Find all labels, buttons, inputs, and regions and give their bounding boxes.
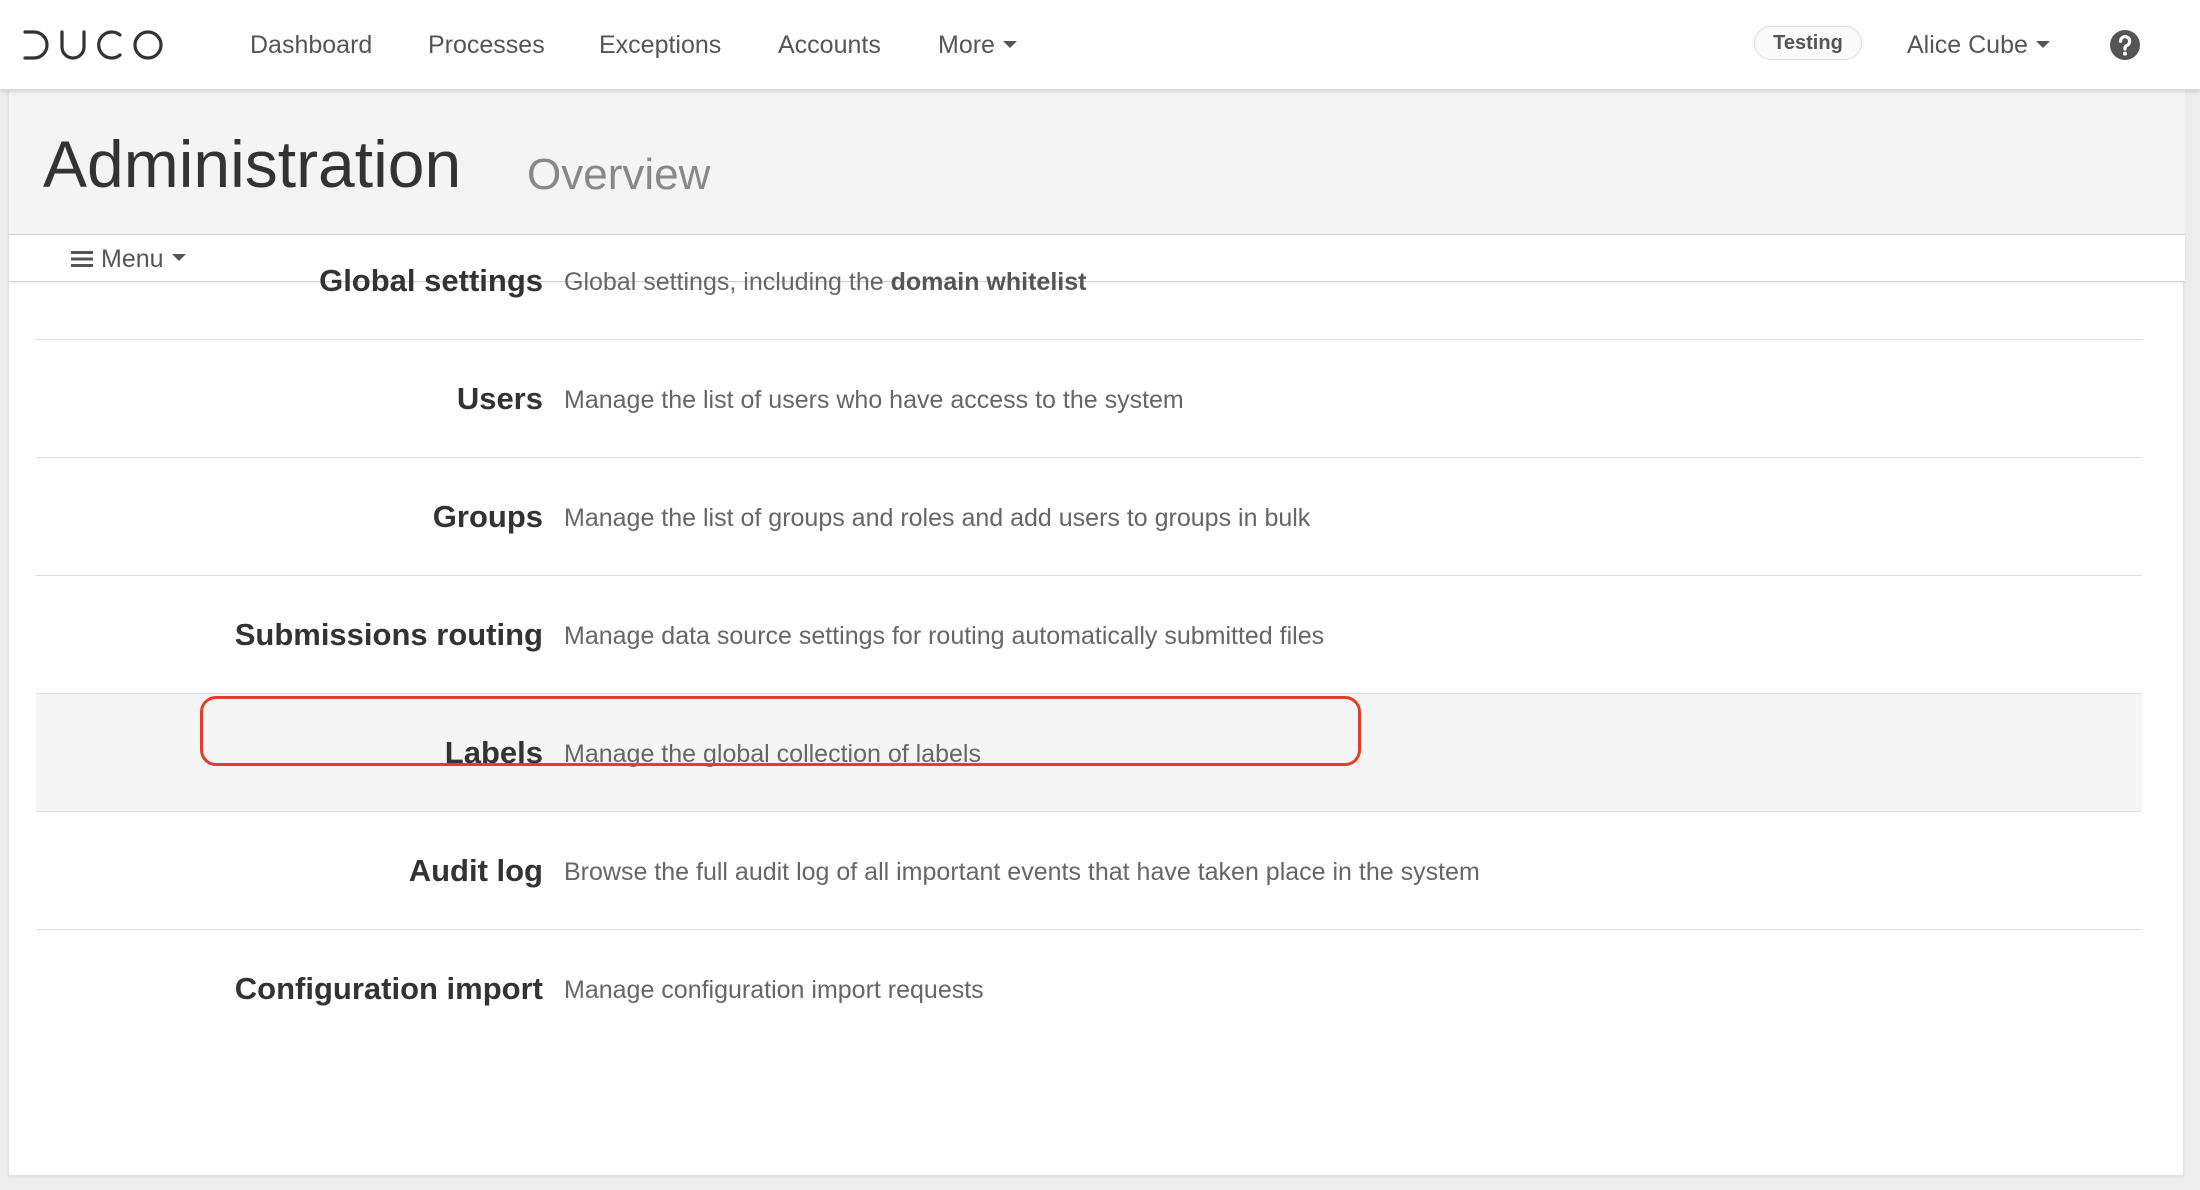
user-name: Alice Cube — [1907, 31, 2028, 59]
row-title: Groups — [432, 499, 543, 534]
chevron-down-icon — [2035, 40, 2050, 48]
row-title: Audit log — [408, 853, 543, 888]
row-description: Manage the global collection of labels — [564, 740, 981, 768]
chevron-down-icon — [1002, 40, 1017, 48]
duco-logo[interactable] — [22, 24, 164, 66]
row-title: Users — [456, 381, 543, 416]
user-menu-dropdown[interactable]: Alice Cube — [1907, 27, 2050, 63]
row-description-text: Global settings, including the — [564, 268, 891, 296]
row-description: Manage data source settings for routing … — [564, 622, 1325, 650]
row-description: Global settings, including the domain wh… — [564, 266, 1086, 298]
row-description: Manage configuration import requests — [564, 976, 984, 1004]
admin-section-list: Global settings Global settings, includi… — [36, 222, 2142, 1048]
page-header: Administration Overview — [9, 90, 2185, 234]
row-description: Browse the full audit log of all importa… — [564, 858, 1480, 886]
admin-row-groups[interactable]: Groups Manage the list of groups and rol… — [36, 458, 2142, 576]
row-title: Labels — [444, 735, 543, 770]
admin-row-audit-log[interactable]: Audit log Browse the full audit log of a… — [36, 812, 2142, 930]
question-circle-icon[interactable] — [2109, 29, 2141, 61]
nav-exceptions[interactable]: Exceptions — [599, 27, 721, 63]
row-title: Configuration import — [234, 971, 543, 1006]
top-navbar: Dashboard Processes Exceptions Accounts … — [0, 0, 2200, 90]
row-title: Submissions routing — [234, 617, 543, 652]
nav-dashboard[interactable]: Dashboard — [250, 27, 372, 63]
nav-more-dropdown[interactable]: More — [938, 27, 1017, 63]
nav-accounts[interactable]: Accounts — [778, 27, 881, 63]
domain-whitelist-link[interactable]: domain whitelist — [891, 268, 1087, 296]
nav-more-label: More — [938, 31, 995, 59]
nav-processes[interactable]: Processes — [428, 27, 545, 63]
row-description: Manage the list of groups and roles and … — [564, 504, 1311, 532]
admin-row-submissions-routing[interactable]: Submissions routing Manage data source s… — [36, 576, 2142, 694]
row-title: Global settings — [319, 263, 543, 298]
admin-row-configuration-import[interactable]: Configuration import Manage configuratio… — [36, 930, 2142, 1048]
page-subtitle: Overview — [527, 150, 711, 199]
admin-row-global-settings[interactable]: Global settings Global settings, includi… — [36, 222, 2142, 340]
admin-row-labels[interactable]: Labels Manage the global collection of l… — [36, 694, 2142, 812]
row-description: Manage the list of users who have access… — [564, 386, 1184, 414]
page-title: Administration — [43, 127, 462, 201]
admin-row-users[interactable]: Users Manage the list of users who have … — [36, 340, 2142, 458]
logo-wordmark-icon — [23, 30, 163, 60]
environment-badge: Testing — [1754, 26, 1862, 60]
